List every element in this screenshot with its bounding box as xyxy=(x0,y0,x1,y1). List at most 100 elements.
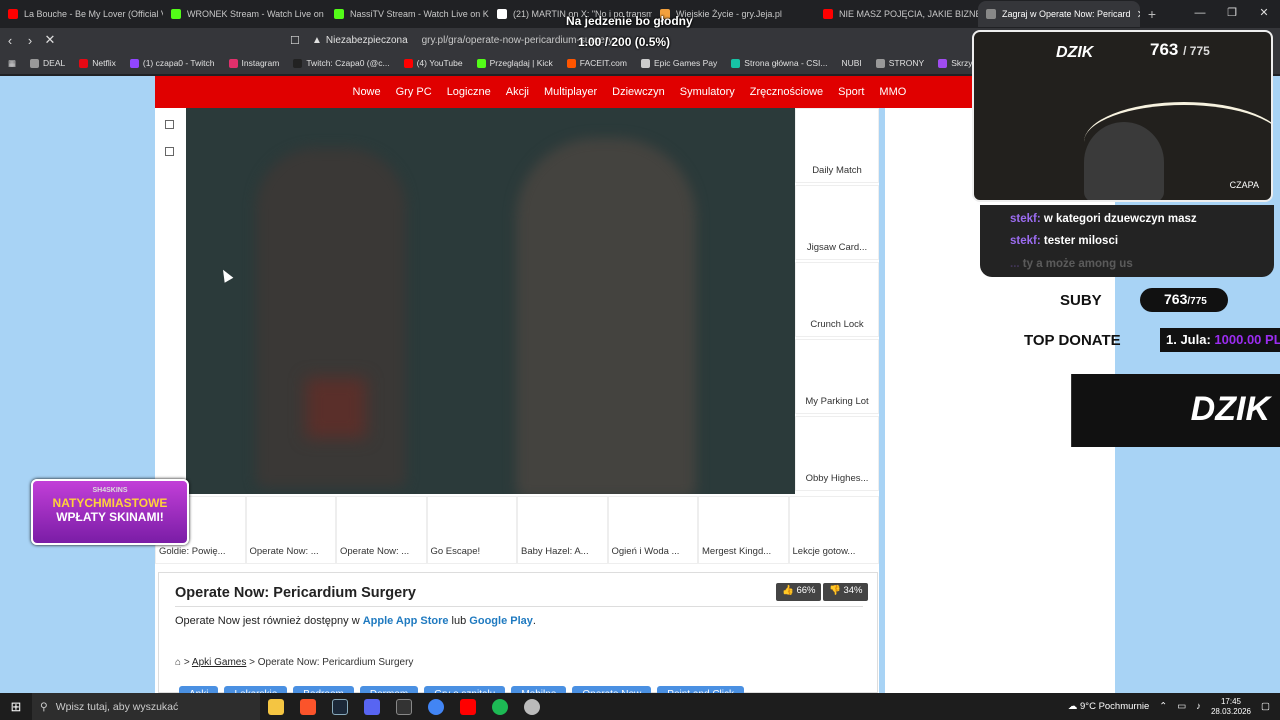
tab-title: NIE MASZ POJĘCIA, JAKIE BIZNESY M xyxy=(839,9,978,19)
menu-item[interactable]: Akcji xyxy=(498,86,536,98)
close-window-icon[interactable]: ✕ xyxy=(1248,0,1280,26)
game-canvas[interactable] xyxy=(186,108,795,494)
donor-name: 1. Jula: xyxy=(1166,332,1211,347)
tab-active[interactable]: Zagraj w Operate Now: Pericard ✕ xyxy=(978,1,1140,27)
breadcrumb-link[interactable]: Apki Games xyxy=(192,657,246,668)
bookmark[interactable]: STRONY xyxy=(875,58,924,68)
fullscreen-icon[interactable] xyxy=(165,120,174,129)
youtube-icon xyxy=(403,58,413,68)
ad-line: NATYCHMIASTOWE xyxy=(52,496,168,510)
game-thumb[interactable]: Baby Hazel: A... xyxy=(517,496,608,564)
chat-overlay: stekf: w kategori dzuewczyn masz stekf: … xyxy=(980,205,1274,277)
tab[interactable]: NIE MASZ POJĘCIA, JAKIE BIZNESY M xyxy=(815,1,978,27)
forward-icon[interactable]: › xyxy=(20,33,40,48)
bookmark[interactable]: DEAL xyxy=(30,58,65,68)
game-thumb[interactable]: Jigsaw Card... xyxy=(795,185,879,260)
chevron-up-icon[interactable]: ⌃ xyxy=(1159,701,1167,712)
taskbar-search[interactable]: ⚲ Wpisz tutaj, aby wyszukać xyxy=(32,693,260,720)
chat-message: stekf: w kategori dzuewczyn masz xyxy=(1010,213,1197,225)
weather-widget[interactable]: ☁ 9°C Pochmurnie xyxy=(1068,701,1149,712)
new-tab-icon[interactable]: + xyxy=(1140,6,1164,22)
home-icon[interactable]: ⌂ xyxy=(175,657,181,668)
folder-icon xyxy=(30,58,40,68)
sub-pill: 763/775 xyxy=(1140,288,1228,312)
tab[interactable]: NassiTV Stream - Watch Live on Kick xyxy=(326,1,489,27)
game-thumb[interactable]: Crunch Lock xyxy=(795,262,879,337)
game-thumb[interactable]: Go Escape! xyxy=(426,496,517,564)
brave-icon[interactable] xyxy=(292,693,324,720)
game-thumb[interactable]: Operate Now: ... xyxy=(336,496,427,564)
menu-item[interactable]: Gry PC xyxy=(388,86,439,98)
adobe-icon[interactable] xyxy=(452,693,484,720)
bookmark[interactable]: Przeglądaj | Kick xyxy=(476,58,553,68)
menu-item[interactable]: Symulatory xyxy=(672,86,742,98)
network-icon[interactable]: ▭ xyxy=(1177,701,1186,712)
app-icon[interactable] xyxy=(516,693,548,720)
bookmark-label: Strona główna - CSI... xyxy=(744,58,828,68)
sub-counter: 763 / 775 xyxy=(1150,40,1210,59)
availability-text: Operate Now jest również dostępny w Appl… xyxy=(175,615,536,627)
bookmark-label: DEAL xyxy=(43,58,66,68)
security-indicator[interactable]: ▲ Niezabezpieczona xyxy=(312,35,408,46)
menu-item[interactable]: Sport xyxy=(831,86,872,98)
game-character xyxy=(516,138,696,494)
menu-item[interactable]: Multiplayer xyxy=(536,86,604,98)
bookmark[interactable]: Instagram xyxy=(228,58,279,68)
steam-icon[interactable] xyxy=(324,693,356,720)
epic-icon[interactable] xyxy=(388,693,420,720)
google-play-link[interactable]: Google Play xyxy=(469,615,533,627)
like-button[interactable]: 👍 66% xyxy=(776,583,822,601)
twitch-icon xyxy=(129,58,139,68)
expand-icon[interactable] xyxy=(165,147,174,156)
bookmark[interactable]: Twitch: Czapa0 (@c... xyxy=(293,58,390,68)
maximize-icon[interactable]: ❐ xyxy=(1216,0,1248,26)
menu-item[interactable]: Dziewczyn xyxy=(605,86,673,98)
tab[interactable]: WRONEK Stream - Watch Live on Kick xyxy=(163,1,326,27)
bookmark[interactable]: NUBI xyxy=(841,58,861,68)
chat-user: stekf: xyxy=(1010,213,1041,225)
menu-item[interactable]: MMO xyxy=(872,86,914,98)
stop-icon[interactable]: ✕ xyxy=(40,32,60,48)
close-tab-icon[interactable]: ✕ xyxy=(1137,8,1140,21)
bookmark[interactable]: Strona główna - CSI... xyxy=(731,58,827,68)
notification-icon[interactable]: ▢ xyxy=(1261,701,1270,712)
bookmark[interactable]: FACEIT.com xyxy=(566,58,627,68)
game-thumb[interactable]: Operate Now: ... xyxy=(245,496,336,564)
top-donate-pill: 1. Jula: 1000.00 PLN xyxy=(1160,328,1280,352)
related-games-bottom: Goldie: Powię... Operate Now: ... Operat… xyxy=(155,496,879,568)
cloud-icon: ☁ xyxy=(1067,701,1078,712)
bookmark[interactable]: Netflix xyxy=(79,58,116,68)
dislike-button[interactable]: 👎 34% xyxy=(823,583,869,601)
menu-item[interactable]: Zręcznościowe xyxy=(742,86,830,98)
stream-ad: SH4SKINS NATYCHMIASTOWE WPŁATY SKINAMI! xyxy=(31,479,189,545)
chrome-icon[interactable] xyxy=(420,693,452,720)
discord-icon[interactable] xyxy=(356,693,388,720)
bookmark[interactable]: (4) YouTube xyxy=(403,58,463,68)
game-thumb[interactable]: Ogień i Woda ... xyxy=(607,496,698,564)
game-thumb[interactable]: Daily Match xyxy=(795,108,879,183)
menu-item[interactable]: Logiczne xyxy=(439,86,498,98)
file-explorer-icon[interactable] xyxy=(260,693,292,720)
minimize-icon[interactable]: — xyxy=(1184,0,1216,26)
column-gap xyxy=(879,108,885,693)
windows-start-icon[interactable]: ⊞ xyxy=(0,699,32,715)
app-store-link[interactable]: Apple App Store xyxy=(363,615,449,627)
spotify-icon[interactable] xyxy=(484,693,516,720)
volume-icon[interactable]: ♪ xyxy=(1196,701,1201,712)
back-icon[interactable]: ‹ xyxy=(0,33,20,48)
tab[interactable]: La Bouche - Be My Lover (Official Vid xyxy=(0,1,163,27)
game-thumb[interactable]: Obby Highes... xyxy=(795,416,879,491)
bookmark[interactable]: Epic Games Pay xyxy=(640,58,717,68)
bookmark[interactable]: (1) czapa0 - Twitch xyxy=(129,58,215,68)
game-thumb[interactable]: My Parking Lot xyxy=(795,339,879,414)
bookmark-icon[interactable]: ☐ xyxy=(290,34,304,47)
menu-item[interactable]: Nowe xyxy=(345,86,388,98)
game-sidebar xyxy=(155,108,186,493)
clock[interactable]: 17:45 28.03.2026 xyxy=(1211,697,1251,717)
search-icon: ⚲ xyxy=(40,700,48,713)
game-thumb[interactable]: Mergest Kingd... xyxy=(698,496,789,564)
apps-icon[interactable]: ▦ xyxy=(8,58,16,69)
system-tray: ☁ 9°C Pochmurnie ⌃ ▭ ♪ 17:45 28.03.2026 ▢ xyxy=(1068,697,1280,717)
game-object xyxy=(306,378,366,438)
game-thumb[interactable]: Lekcje gotow... xyxy=(788,496,879,564)
